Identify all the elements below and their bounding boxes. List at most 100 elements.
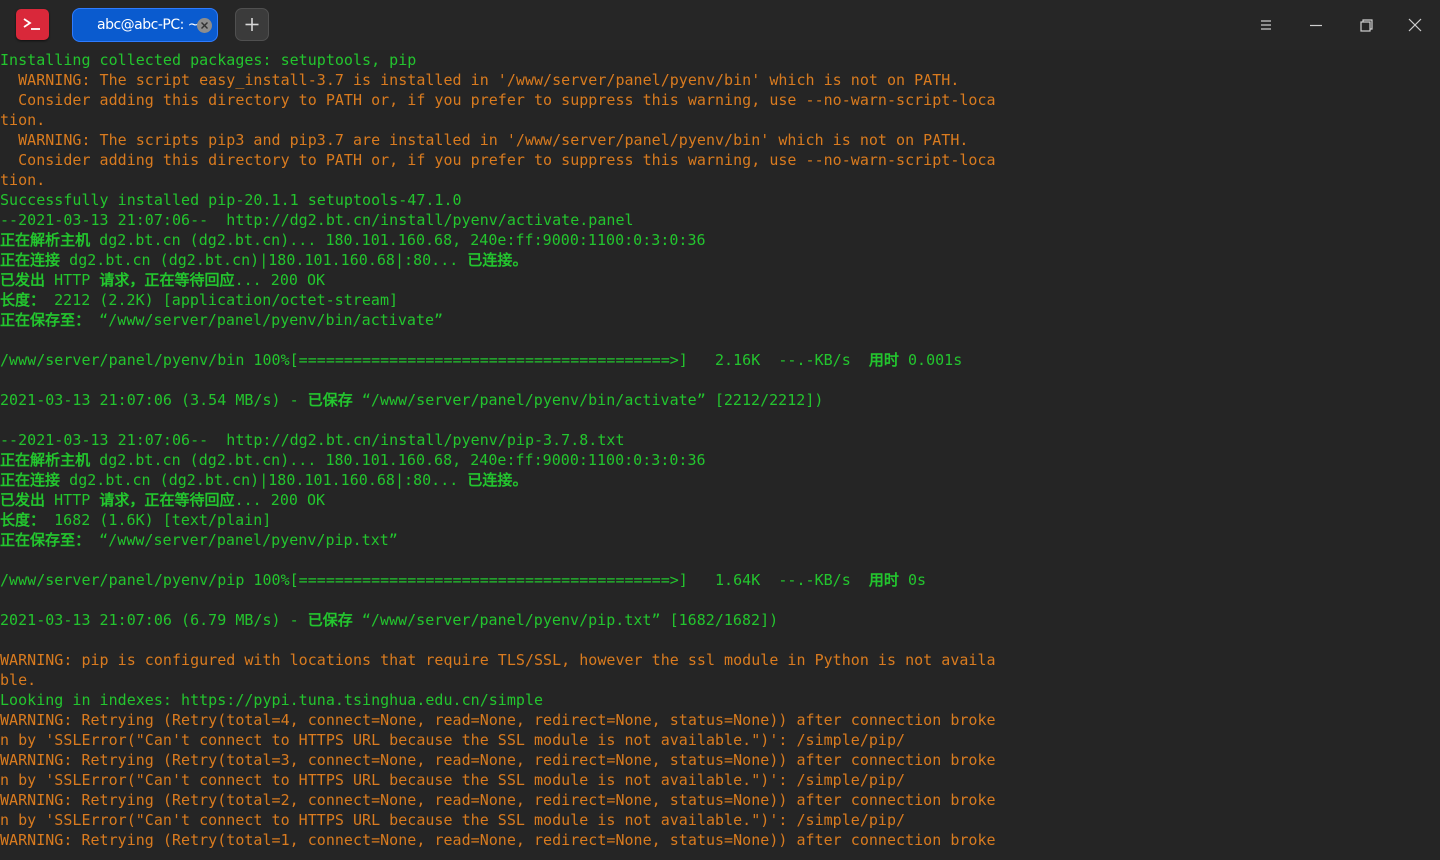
terminal-text: --2021-03-13 21:07:06-- http://dg2.bt.cn…	[0, 211, 634, 229]
terminal-text: 长度：	[0, 511, 46, 529]
terminal-line: 长度： 2212 (2.2K) [application/octet-strea…	[0, 290, 1440, 310]
terminal-text: Successfully installed pip-20.1.1 setupt…	[0, 191, 462, 209]
new-tab-button[interactable]	[235, 8, 269, 41]
terminal-line: 正在保存至： “/www/server/panel/pyenv/pip.txt”	[0, 530, 1440, 550]
terminal-text: dg2.bt.cn (dg2.bt.cn)... 180.101.160.68,…	[90, 231, 706, 249]
terminal-line: WARNING: The script easy_install-3.7 is …	[0, 70, 1440, 90]
terminal-line: 正在保存至： “/www/server/panel/pyenv/bin/acti…	[0, 310, 1440, 330]
terminal-line: /www/server/panel/pyenv/pip 100%[=======…	[0, 570, 1440, 590]
terminal-app-icon[interactable]	[16, 9, 49, 40]
terminal-text: 已连接。	[467, 251, 528, 269]
terminal-text: --2021-03-13 21:07:06-- http://dg2.bt.cn…	[0, 431, 625, 449]
terminal-text: 2212 (2.2K) [application/octet-stream]	[45, 291, 399, 309]
terminal-text: Looking in indexes: https://pypi.tuna.ts…	[0, 691, 544, 709]
terminal-text: /www/server/panel/pyenv/bin 100%[=======…	[0, 351, 869, 369]
terminal-text: WARNING: The script easy_install-3.7 is …	[0, 71, 960, 89]
tab-title: abc@abc-PC: ~	[97, 17, 200, 33]
terminal-line: WARNING: pip is configured with location…	[0, 650, 1440, 670]
terminal-line: ble.	[0, 670, 1440, 690]
terminal-line: n by 'SSLError("Can't connect to HTTPS U…	[0, 730, 1440, 750]
terminal-text: 1682 (1.6K) [text/plain]	[45, 511, 272, 529]
terminal-text: 正在连接	[0, 471, 61, 489]
terminal-text: 已保存	[307, 391, 353, 409]
terminal-line: WARNING: Retrying (Retry(total=3, connec…	[0, 750, 1440, 770]
terminal-line: 已发出 HTTP 请求，正在等待回应... 200 OK	[0, 490, 1440, 510]
terminal-text: n by 'SSLError("Can't connect to HTTPS U…	[0, 731, 906, 749]
terminal-line: --2021-03-13 21:07:06-- http://dg2.bt.cn…	[0, 210, 1440, 230]
terminal-line: 正在连接 dg2.bt.cn (dg2.bt.cn)|180.101.160.6…	[0, 250, 1440, 270]
terminal-text: 已连接。	[467, 471, 528, 489]
terminal-text: 已发出	[0, 271, 46, 289]
terminal-text: n by 'SSLError("Can't connect to HTTPS U…	[0, 811, 906, 829]
terminal-text: 请求，正在等待回应	[99, 271, 235, 289]
terminal-text: “/www/server/panel/pyenv/bin/activate”	[90, 311, 444, 329]
terminal-line: --2021-03-13 21:07:06-- http://dg2.bt.cn…	[0, 430, 1440, 450]
terminal-text: 用时	[868, 571, 899, 589]
terminal-text: ... 200 OK	[234, 271, 326, 289]
minimize-icon[interactable]	[1308, 17, 1324, 33]
terminal-text: HTTP	[45, 271, 100, 289]
terminal-text: WARNING: The scripts pip3 and pip3.7 are…	[0, 131, 969, 149]
terminal-line: WARNING: Retrying (Retry(total=1, connec…	[0, 830, 1440, 850]
terminal-text: tion.	[0, 171, 46, 189]
terminal-line: 已发出 HTTP 请求，正在等待回应... 200 OK	[0, 270, 1440, 290]
terminal-line: Successfully installed pip-20.1.1 setupt…	[0, 190, 1440, 210]
terminal-line: Looking in indexes: https://pypi.tuna.ts…	[0, 690, 1440, 710]
terminal-text: WARNING: pip is configured with location…	[0, 651, 996, 669]
plus-icon	[245, 18, 259, 31]
terminal-text: ... 200 OK	[234, 491, 326, 509]
tab-close-icon[interactable]	[197, 18, 212, 33]
terminal-text: dg2.bt.cn (dg2.bt.cn)... 180.101.160.68,…	[90, 451, 706, 469]
terminal-text: WARNING: Retrying (Retry(total=4, connec…	[0, 711, 996, 729]
terminal-text: 正在解析主机	[0, 231, 91, 249]
terminal-line: WARNING: Retrying (Retry(total=4, connec…	[0, 710, 1440, 730]
menu-icon[interactable]	[1258, 17, 1274, 33]
terminal-line: 正在连接 dg2.bt.cn (dg2.bt.cn)|180.101.160.6…	[0, 470, 1440, 490]
terminal-line: 2021-03-13 21:07:06 (6.79 MB/s) - 已保存 “/…	[0, 610, 1440, 630]
terminal-line: 正在解析主机 dg2.bt.cn (dg2.bt.cn)... 180.101.…	[0, 230, 1440, 250]
terminal-line: /www/server/panel/pyenv/bin 100%[=======…	[0, 350, 1440, 370]
terminal-line: WARNING: The scripts pip3 and pip3.7 are…	[0, 130, 1440, 150]
terminal-output[interactable]: Installing collected packages: setuptool…	[0, 50, 1440, 860]
terminal-text: 2021-03-13 21:07:06 (6.79 MB/s) -	[0, 611, 308, 629]
terminal-line: 2021-03-13 21:07:06 (3.54 MB/s) - 已保存 “/…	[0, 390, 1440, 410]
terminal-text: Installing collected packages: setuptool…	[0, 51, 417, 69]
terminal-text: WARNING: Retrying (Retry(total=3, connec…	[0, 751, 996, 769]
terminal-text: tion.	[0, 111, 46, 129]
terminal-text: 正在连接	[0, 251, 61, 269]
terminal-text: Consider adding this directory to PATH o…	[0, 91, 996, 109]
terminal-text: Consider adding this directory to PATH o…	[0, 151, 996, 169]
maximize-icon[interactable]	[1358, 17, 1374, 33]
terminal-text: 长度：	[0, 291, 46, 309]
terminal-text: 已保存	[307, 611, 353, 629]
terminal-line: tion.	[0, 170, 1440, 190]
title-bar: abc@abc-PC: ~	[0, 0, 1440, 50]
terminal-text: dg2.bt.cn (dg2.bt.cn)|180.101.160.68|:80…	[60, 471, 468, 489]
terminal-line: n by 'SSLError("Can't connect to HTTPS U…	[0, 770, 1440, 790]
terminal-text: dg2.bt.cn (dg2.bt.cn)|180.101.160.68|:80…	[60, 251, 468, 269]
terminal-text: n by 'SSLError("Can't connect to HTTPS U…	[0, 771, 906, 789]
terminal-line: Consider adding this directory to PATH o…	[0, 90, 1440, 110]
terminal-text: /www/server/panel/pyenv/pip 100%[=======…	[0, 571, 869, 589]
terminal-text: 0s	[898, 571, 927, 589]
terminal-line: n by 'SSLError("Can't connect to HTTPS U…	[0, 810, 1440, 830]
terminal-text: 正在解析主机	[0, 451, 91, 469]
terminal-text: 正在保存至：	[0, 531, 91, 549]
terminal-text: 请求，正在等待回应	[99, 491, 235, 509]
terminal-text: WARNING: Retrying (Retry(total=2, connec…	[0, 791, 996, 809]
terminal-text: 正在保存至：	[0, 311, 91, 329]
close-icon[interactable]	[1407, 17, 1423, 33]
terminal-text: “/www/server/panel/pyenv/pip.txt” [1682/…	[352, 611, 779, 629]
terminal-line: tion.	[0, 110, 1440, 130]
tab-terminal[interactable]: abc@abc-PC: ~	[72, 8, 218, 42]
terminal-text: 0.001s	[898, 351, 963, 369]
terminal-text: “/www/server/panel/pyenv/bin/activate” […	[352, 391, 824, 409]
terminal-text: 2021-03-13 21:07:06 (3.54 MB/s) -	[0, 391, 308, 409]
terminal-text: HTTP	[45, 491, 100, 509]
terminal-line: WARNING: Retrying (Retry(total=2, connec…	[0, 790, 1440, 810]
